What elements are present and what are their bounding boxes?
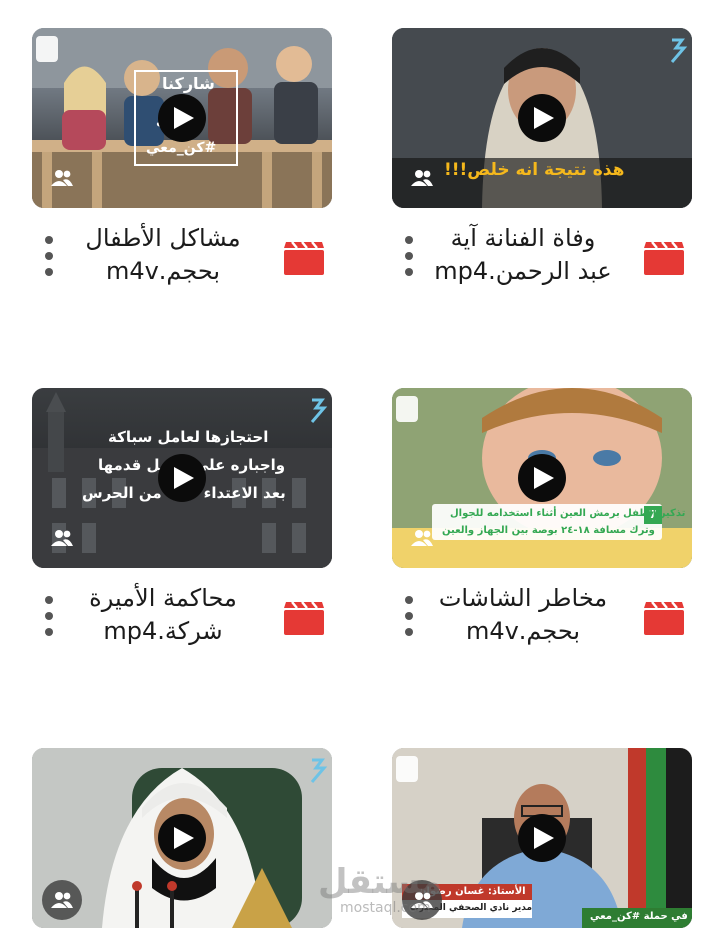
overlay-text-line: شاركنا bbox=[162, 74, 215, 93]
play-button[interactable] bbox=[158, 454, 206, 502]
more-vert-icon bbox=[45, 596, 53, 604]
video-thumbnail[interactable]: احتجازها لعامل سباكة واجباره علي تقبيل ق… bbox=[32, 388, 332, 568]
video-thumbnail[interactable]: هذه نتيجة انه خلص!!! bbox=[392, 28, 692, 208]
channel-logo bbox=[306, 396, 328, 423]
more-vert-icon bbox=[45, 236, 53, 244]
play-icon bbox=[174, 467, 194, 489]
video-thumbnail[interactable] bbox=[32, 748, 332, 928]
shared-group-button[interactable] bbox=[404, 160, 440, 196]
more-vert-icon bbox=[405, 596, 413, 604]
group-icon bbox=[51, 530, 73, 546]
group-icon bbox=[411, 530, 433, 546]
channel-logo bbox=[306, 756, 328, 783]
play-button[interactable] bbox=[158, 814, 206, 862]
shared-group-button[interactable] bbox=[42, 880, 82, 920]
more-options-button[interactable] bbox=[398, 596, 420, 636]
overlay-text-line: احتجازها لعامل سباكة bbox=[108, 428, 269, 446]
overlay-text-line: وترك مسافة ١٨-٢٤ بوصة بين الجهاز والعين bbox=[442, 525, 655, 536]
more-options-button[interactable] bbox=[38, 236, 60, 276]
video-card[interactable]: هذه نتيجة انه خلص!!! وفاة الفنانة آية عب… bbox=[392, 28, 692, 285]
video-card[interactable]: 7 تذكير الطفل برمش العين أثناء استخدامه … bbox=[392, 388, 692, 645]
more-options-button[interactable] bbox=[398, 236, 420, 276]
shared-group-button[interactable] bbox=[44, 160, 80, 196]
video-meta: مشاكل الأطفال بحجم.m4v bbox=[32, 222, 332, 302]
group-icon bbox=[411, 170, 433, 186]
video-title[interactable]: مشاكل الأطفال بحجم.m4v bbox=[68, 222, 258, 288]
play-button[interactable] bbox=[518, 814, 566, 862]
play-button[interactable] bbox=[518, 454, 566, 502]
video-title-line1: مخاطر الشاشات bbox=[438, 584, 608, 612]
play-icon bbox=[174, 107, 194, 129]
channel-logo bbox=[36, 36, 58, 62]
video-title-line2: بحجم.m4v bbox=[105, 257, 221, 285]
video-title-line1: محاكمة الأميرة bbox=[89, 584, 237, 612]
overlay-text-line: تذكير الطفل برمش العين أثناء استخدامه لل… bbox=[450, 508, 686, 519]
video-title-line1: وفاة الفنانة آية bbox=[450, 224, 596, 252]
video-clapper-icon bbox=[644, 242, 684, 275]
video-meta: مخاطر الشاشات بحجم.m4v bbox=[392, 582, 692, 662]
channel-logo bbox=[666, 36, 688, 63]
video-card[interactable]: احتجازها لعامل سباكة واجباره علي تقبيل ق… bbox=[32, 388, 332, 645]
play-icon bbox=[534, 107, 554, 129]
group-icon bbox=[51, 170, 73, 186]
video-thumbnail[interactable]: شاركنا ف #كن_معي bbox=[32, 28, 332, 208]
group-icon bbox=[51, 892, 73, 908]
watermark-url: mostaql.com bbox=[340, 900, 431, 916]
play-button[interactable] bbox=[158, 94, 206, 142]
video-title-line1: مشاكل الأطفال bbox=[85, 224, 241, 252]
more-vert-icon bbox=[405, 236, 413, 244]
video-card[interactable] bbox=[32, 748, 332, 928]
video-clapper-icon bbox=[284, 602, 324, 635]
watermark: مستقل bbox=[318, 862, 443, 902]
video-clapper-icon bbox=[644, 602, 684, 635]
video-title[interactable]: محاكمة الأميرة شركة.mp4 bbox=[68, 582, 258, 648]
video-title[interactable]: وفاة الفنانة آية عبد الرحمن.mp4 bbox=[428, 222, 618, 288]
play-icon bbox=[534, 827, 554, 849]
video-clapper-icon bbox=[284, 242, 324, 275]
channel-logo bbox=[396, 756, 418, 782]
overlay-text-line: هذه نتيجة انه خلص!!! bbox=[444, 160, 625, 180]
video-title-line2: شركة.mp4 bbox=[103, 617, 223, 645]
video-card[interactable]: شاركنا ف #كن_معي مشاكل الأطفال بحجم.m4v bbox=[32, 28, 332, 285]
more-options-button[interactable] bbox=[38, 596, 60, 636]
video-thumbnail[interactable]: 7 تذكير الطفل برمش العين أثناء استخدامه … bbox=[392, 388, 692, 568]
overlay-text-line: شاركنا في حملة #كن_معي bbox=[590, 911, 692, 922]
video-title[interactable]: مخاطر الشاشات بحجم.m4v bbox=[428, 582, 618, 648]
play-icon bbox=[174, 827, 194, 849]
channel-logo bbox=[396, 396, 418, 422]
shared-group-button[interactable] bbox=[44, 520, 80, 556]
shared-group-button[interactable] bbox=[404, 520, 440, 556]
play-button[interactable] bbox=[518, 94, 566, 142]
video-title-line2: بحجم.m4v bbox=[465, 617, 581, 645]
video-meta: محاكمة الأميرة شركة.mp4 bbox=[32, 582, 332, 662]
video-title-line2: عبد الرحمن.mp4 bbox=[434, 257, 612, 285]
video-meta: وفاة الفنانة آية عبد الرحمن.mp4 bbox=[392, 222, 692, 302]
overlay-hashtag: #كن_معي bbox=[146, 140, 217, 156]
play-icon bbox=[534, 467, 554, 489]
